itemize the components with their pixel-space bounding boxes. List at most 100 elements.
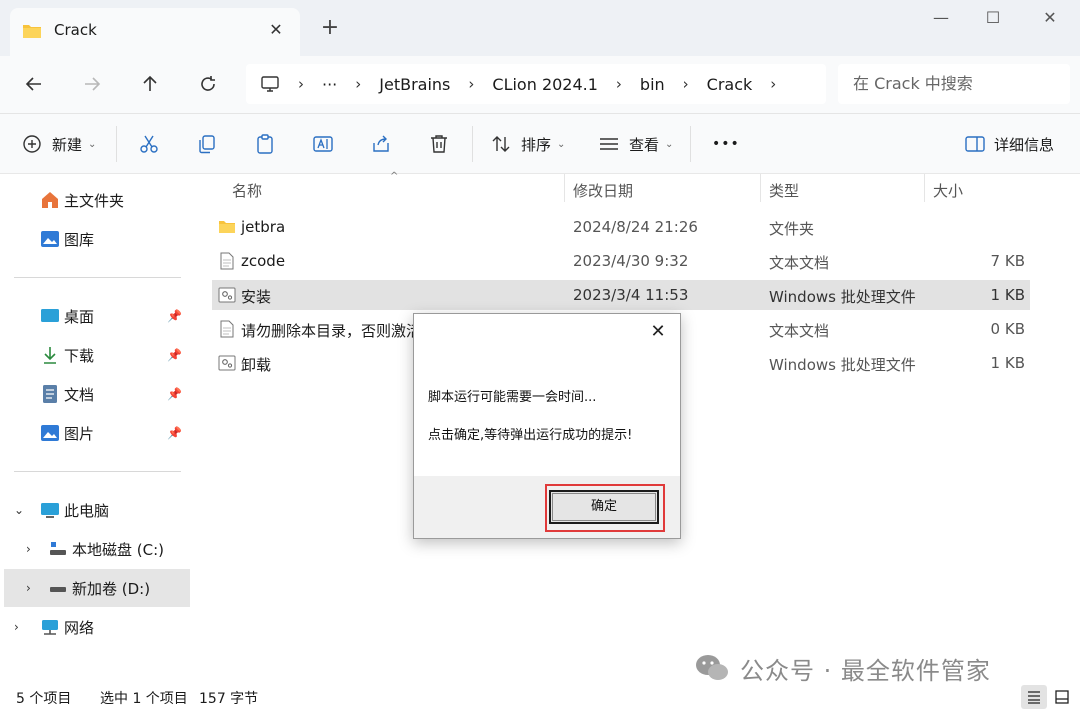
- breadcrumb-crack[interactable]: Crack: [707, 75, 753, 94]
- breadcrumb-separator[interactable]: ›: [298, 75, 304, 93]
- sidebar-item-gallery[interactable]: 图库: [40, 220, 190, 258]
- sidebar-item-label: 主文件夹: [64, 191, 125, 210]
- share-button[interactable]: [370, 128, 392, 160]
- sidebar-item-label: 图库: [64, 230, 95, 249]
- chevron-down-icon: ⌄: [88, 138, 97, 150]
- pin-icon[interactable]: 📌: [167, 348, 182, 362]
- back-button[interactable]: [16, 66, 52, 102]
- sort-button[interactable]: 排序 ⌄: [490, 128, 565, 160]
- breadcrumb-separator[interactable]: ›: [616, 75, 622, 93]
- sidebar-item-pictures[interactable]: 图片 📌: [40, 414, 190, 452]
- sort-icon: [492, 136, 510, 152]
- sidebar-item-local-disk[interactable]: › 本地磁盘 (C:): [26, 530, 190, 568]
- column-header-size[interactable]: 大小: [933, 180, 963, 201]
- sidebar-item-desktop[interactable]: 桌面 📌: [40, 297, 190, 335]
- ok-button[interactable]: 确定: [549, 490, 659, 524]
- title-bar: Crack ✕ + — ☐ ✕: [0, 0, 1080, 56]
- sidebar-item-label: 桌面: [64, 307, 95, 326]
- column-header-name[interactable]: 名称: [232, 180, 262, 201]
- sidebar-item-home[interactable]: 主文件夹: [40, 181, 190, 219]
- text-file-icon: [218, 252, 236, 270]
- minimize-button[interactable]: —: [918, 4, 964, 34]
- details-view-button[interactable]: [1021, 685, 1047, 709]
- new-tab-button[interactable]: +: [318, 16, 342, 40]
- refresh-icon: [201, 76, 215, 91]
- new-button[interactable]: 新建 ⌄: [22, 128, 96, 160]
- breadcrumb-separator[interactable]: ›: [683, 75, 689, 93]
- breadcrumb-bin[interactable]: bin: [640, 75, 665, 94]
- details-pane-button[interactable]: 详细信息: [964, 128, 1054, 160]
- delete-button[interactable]: [428, 128, 450, 160]
- column-header-date[interactable]: 修改日期: [573, 180, 633, 201]
- table-row-selected[interactable]: 安装 2023/3/4 11:53 Windows 批处理文件 1 KB: [212, 280, 1030, 310]
- sort-ascending-icon: ^: [390, 171, 399, 182]
- dialog-close-button[interactable]: ✕: [646, 320, 670, 344]
- table-row[interactable]: jetbra 2024/8/24 21:26 文件夹: [212, 212, 1030, 242]
- tab-crack[interactable]: Crack ✕: [10, 8, 300, 56]
- desktop-icon: [40, 306, 60, 326]
- file-size: 7 KB: [990, 252, 1025, 270]
- pin-icon[interactable]: 📌: [167, 309, 182, 323]
- view-lines-icon: [600, 138, 618, 150]
- breadcrumb-ellipsis[interactable]: ···: [322, 75, 337, 94]
- file-size: 1 KB: [990, 286, 1025, 304]
- breadcrumb-separator[interactable]: ›: [770, 75, 776, 93]
- folder-icon: [22, 22, 42, 44]
- sidebar-item-downloads[interactable]: 下载 📌: [40, 336, 190, 374]
- table-row[interactable]: zcode 2023/4/30 9:32 文本文档 7 KB: [212, 246, 1030, 276]
- toolbar-divider: [472, 126, 473, 162]
- file-name: 请勿删除本目录，否则激活: [241, 322, 422, 340]
- navigation-bar: › ··· › JetBrains › CLion 2024.1 › bin ›…: [0, 56, 1080, 114]
- cut-button[interactable]: [138, 128, 160, 160]
- chevron-right-icon[interactable]: ›: [14, 620, 36, 634]
- chevron-down-icon[interactable]: ⌄: [14, 503, 36, 517]
- maximize-button[interactable]: ☐: [970, 4, 1016, 34]
- tiles-view-button[interactable]: [1049, 685, 1075, 709]
- file-name: jetbra: [241, 218, 286, 236]
- batch-file-icon: [218, 286, 236, 304]
- chevron-right-icon[interactable]: ›: [26, 542, 48, 556]
- computer-icon: [40, 500, 60, 520]
- item-count: 5 个项目: [16, 691, 72, 707]
- refresh-button[interactable]: [190, 66, 226, 102]
- search-input[interactable]: 在 Crack 中搜索: [838, 64, 1070, 104]
- script-dialog: ✕ 脚本运行可能需要一会时间... 点击确定,等待弹出运行成功的提示! 确定: [413, 313, 681, 539]
- view-button[interactable]: 查看 ⌄: [598, 128, 673, 160]
- close-window-button[interactable]: ✕: [1027, 4, 1073, 34]
- sidebar-item-this-pc[interactable]: ⌄ 此电脑: [14, 491, 190, 529]
- sidebar-item-documents[interactable]: 文档 📌: [40, 375, 190, 413]
- address-bar[interactable]: › ··· › JetBrains › CLion 2024.1 › bin ›…: [246, 64, 826, 104]
- breadcrumb-separator[interactable]: ›: [355, 75, 361, 93]
- more-options-button[interactable]: •••: [712, 128, 740, 160]
- breadcrumb-jetbrains[interactable]: JetBrains: [379, 75, 450, 94]
- paste-button[interactable]: [254, 128, 276, 160]
- download-icon: [40, 345, 60, 365]
- breadcrumb-clion[interactable]: CLion 2024.1: [492, 75, 598, 94]
- pictures-icon: [40, 423, 60, 443]
- up-button[interactable]: [132, 66, 168, 102]
- tab-close-icon[interactable]: ✕: [264, 18, 288, 42]
- sidebar-item-label: 文档: [64, 385, 95, 404]
- chevron-right-icon[interactable]: ›: [26, 581, 48, 595]
- dialog-message-1: 脚本运行可能需要一会时间...: [428, 390, 597, 405]
- file-name: zcode: [241, 252, 286, 270]
- chevron-down-icon: ⌄: [557, 138, 566, 150]
- toolbar-divider: [690, 126, 691, 162]
- dialog-message-2: 点击确定,等待弹出运行成功的提示!: [428, 428, 633, 443]
- sidebar-item-label: 此电脑: [64, 501, 110, 520]
- details-label: 详细信息: [994, 135, 1055, 154]
- rename-icon: [313, 136, 333, 152]
- rename-button[interactable]: [312, 128, 334, 160]
- forward-button[interactable]: [74, 66, 110, 102]
- breadcrumb-separator[interactable]: ›: [468, 75, 474, 93]
- sidebar-divider: [14, 471, 181, 472]
- sort-label: 排序: [521, 135, 552, 154]
- pin-icon[interactable]: 📌: [167, 387, 182, 401]
- sidebar-item-new-volume[interactable]: › 新加卷 (D:): [4, 569, 190, 607]
- copy-button[interactable]: [196, 128, 218, 160]
- column-header-type[interactable]: 类型: [769, 180, 799, 201]
- pin-icon[interactable]: 📌: [167, 426, 182, 440]
- document-icon: [40, 384, 60, 404]
- sidebar-item-network[interactable]: › 网络: [14, 608, 190, 646]
- plus-circle-icon: [23, 135, 41, 153]
